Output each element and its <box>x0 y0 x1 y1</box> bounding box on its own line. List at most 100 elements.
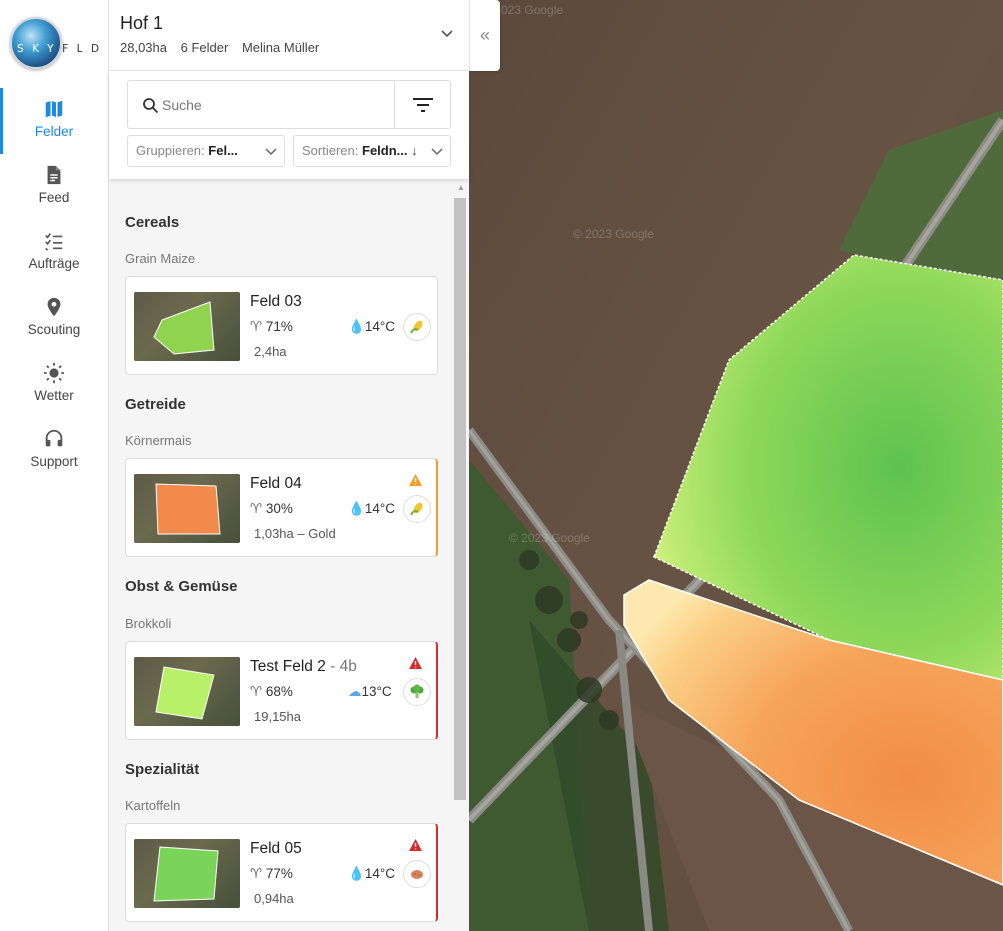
sprout-icon: ♈ <box>250 319 266 334</box>
skyfld-logo[interactable]: SKYFLD <box>10 17 102 71</box>
nav-label: Support <box>30 454 78 469</box>
cloud-rain-icon: ☁ <box>348 684 362 699</box>
group-by-value: Fel... <box>208 143 238 158</box>
nav-item-wetter[interactable]: Wetter <box>0 362 108 424</box>
growth-stat: ♈ 77% <box>250 866 293 881</box>
crop-badge <box>403 860 431 888</box>
crop-badge <box>403 313 431 341</box>
scroll-up-arrow-icon[interactable]: ▲ <box>457 183 465 192</box>
collapse-panel-button[interactable]: « <box>469 0 500 71</box>
field-thumbnail <box>134 839 240 908</box>
rain-icon: 💧 <box>348 319 365 334</box>
nav-label: Scouting <box>27 322 81 337</box>
crop-badge <box>403 678 431 706</box>
nav-item-scouting[interactable]: Scouting <box>0 296 108 358</box>
filter-icon <box>413 98 433 112</box>
chevron-down-icon <box>265 148 277 156</box>
sun-icon <box>43 362 65 384</box>
nav-item-felder[interactable]: Felder <box>0 88 108 160</box>
map-watermark: © 2023 Google <box>573 227 654 241</box>
satellite-map[interactable]: © 2023 Google © 2023 Google 023 Google <box>469 0 1003 931</box>
filter-button[interactable] <box>394 80 451 129</box>
field-name: Feld 04 <box>250 475 302 492</box>
checklist-icon <box>45 233 63 251</box>
chevron-down-icon[interactable] <box>439 26 455 42</box>
document-icon <box>47 165 61 185</box>
list-scrollbar[interactable]: ▲ <box>454 183 466 931</box>
group-title: Spezialität <box>125 761 200 778</box>
map-canvas[interactable] <box>469 0 1003 931</box>
map-watermark: © 2023 Google <box>509 531 590 545</box>
field-thumbnail <box>134 292 240 361</box>
farm-title: Hof 1 <box>120 13 164 33</box>
sort-by-select[interactable]: Sortieren: Feldn... ↓ <box>293 135 451 167</box>
crop-label: Körnermais <box>125 433 192 448</box>
sort-by-value: Feldn... <box>362 143 408 158</box>
search-input[interactable]: Suche <box>127 80 395 129</box>
crop-label: Brokkoli <box>125 616 172 631</box>
farm-meta: 28,03ha 6 Felder Melina Müller <box>120 40 329 55</box>
double-chevron-left-icon: « <box>479 25 490 45</box>
arrow-down-icon[interactable]: ↓ <box>411 143 418 158</box>
potato-icon <box>411 870 423 879</box>
growth-stat: ♈ 30% <box>250 501 293 516</box>
broccoli-icon <box>410 684 424 698</box>
field-card[interactable]: Feld 05 ♈ 77% 💧14°C 0,94ha <box>125 823 438 922</box>
group-title: Cereals <box>125 214 180 231</box>
farm-selector[interactable]: Hof 1 28,03ha 6 Felder Melina Müller <box>109 0 469 71</box>
field-thumbnail <box>134 474 240 543</box>
temperature-stat: 💧14°C <box>348 866 395 881</box>
location-pin-icon <box>47 297 61 317</box>
field-card[interactable]: Test Feld 2 - 4b ♈ 68% ☁13°C 19,15ha <box>125 641 438 740</box>
crop-badge <box>403 495 431 523</box>
sprout-icon: ♈ <box>250 501 266 516</box>
map-icon <box>45 100 63 118</box>
map-watermark: 023 Google <box>501 3 564 17</box>
field-area: 1,03ha – Gold <box>254 526 336 541</box>
growth-stat: ♈ 71% <box>250 319 293 334</box>
sidebar-nav: SKYFLD Felder Feed Aufträge Scouting Wet… <box>0 0 109 931</box>
field-name: Test Feld 2 - 4b <box>250 658 357 675</box>
field-name: Feld 05 <box>250 840 302 857</box>
nav-label: Aufträge <box>28 256 80 271</box>
scrollbar-thumb[interactable] <box>454 198 466 800</box>
field-filters: Suche Gruppieren: Fel... Sortieren: Feld… <box>109 71 469 179</box>
temperature-stat: ☁13°C <box>348 684 392 699</box>
logo-text: SKYFLD <box>17 43 108 55</box>
sprout-icon: ♈ <box>250 866 266 881</box>
chevron-down-icon <box>431 148 443 156</box>
temperature-stat: 💧14°C <box>348 501 395 516</box>
field-name: Feld 03 <box>250 293 302 310</box>
corn-icon <box>410 502 423 516</box>
nav-label: Felder <box>34 124 74 139</box>
warning-icon <box>409 474 422 486</box>
growth-stat: ♈ 68% <box>250 684 293 699</box>
headset-icon <box>45 429 63 447</box>
rain-icon: 💧 <box>348 501 365 516</box>
nav-item-support[interactable]: Support <box>0 428 108 490</box>
field-list: Cereals Grain Maize Feld 03 ♈ 71% 💧14°C … <box>109 179 469 931</box>
field-area: 19,15ha <box>254 709 301 724</box>
group-by-select[interactable]: Gruppieren: Fel... <box>127 135 285 167</box>
group-by-label: Gruppieren: <box>136 143 205 158</box>
farm-area: 28,03ha <box>120 40 167 55</box>
field-card[interactable]: Feld 03 ♈ 71% 💧14°C 2,4ha <box>125 276 438 375</box>
search-icon <box>143 98 159 114</box>
field-area: 2,4ha <box>254 344 287 359</box>
field-area: 0,94ha <box>254 891 294 906</box>
sprout-icon: ♈ <box>250 684 266 699</box>
nav-item-auftraege[interactable]: Aufträge <box>0 230 108 292</box>
sort-by-label: Sortieren: <box>302 143 359 158</box>
nav-label: Wetter <box>34 388 74 403</box>
field-thumbnail <box>134 657 240 726</box>
crop-label: Grain Maize <box>125 251 196 266</box>
field-card[interactable]: Feld 04 ♈ 30% 💧14°C 1,03ha – Gold <box>125 458 438 557</box>
alert-icon <box>409 657 422 669</box>
farm-owner: Melina Müller <box>241 40 320 55</box>
corn-icon <box>410 320 423 334</box>
group-title: Obst & Gemüse <box>125 578 238 595</box>
nav-item-feed[interactable]: Feed <box>0 164 108 226</box>
alert-icon <box>409 839 422 851</box>
crop-label: Kartoffeln <box>125 798 181 813</box>
search-placeholder: Suche <box>162 97 202 113</box>
